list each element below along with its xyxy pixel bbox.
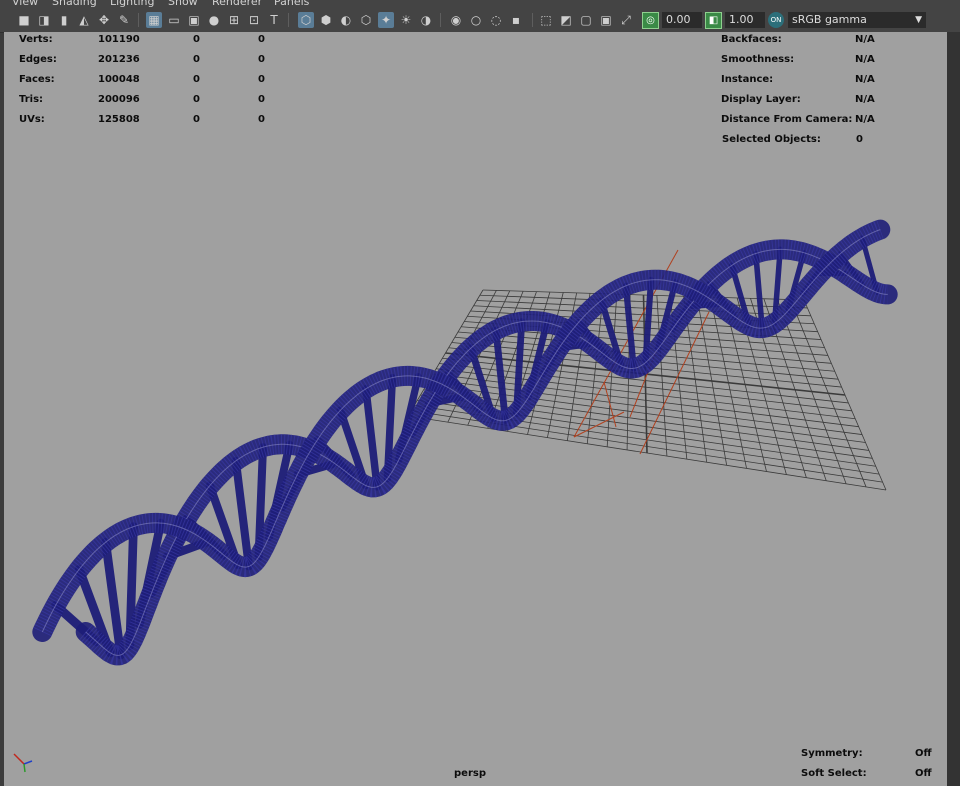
menu-panels[interactable]: Panels — [274, 0, 309, 8]
hud-tris-comp: 0 — [258, 94, 265, 105]
color-space-value: sRGB gamma — [792, 13, 867, 26]
gamma-field[interactable]: 1.00 — [725, 12, 765, 28]
wireframe-on-shaded-icon[interactable]: ◐ — [338, 12, 354, 28]
menu-lighting[interactable]: Lighting — [110, 0, 154, 8]
hud-tris-value: 200096 — [98, 94, 140, 105]
hud-backfaces-label: Backfaces: — [721, 34, 782, 45]
wireframe-icon[interactable]: ⬡ — [298, 12, 314, 28]
hud-uvs-value: 125808 — [98, 114, 140, 125]
color-management-icon[interactable]: ON — [768, 12, 784, 28]
use-all-lights-icon[interactable]: ✦ — [378, 12, 394, 28]
film-gate-2-icon[interactable]: ▣ — [598, 12, 614, 28]
hud-soft-select-value: Off — [915, 768, 932, 779]
light-icon[interactable]: ☀ — [398, 12, 414, 28]
hud-display-layer-label: Display Layer: — [721, 94, 801, 105]
xray-joints-icon[interactable]: ○ — [468, 12, 484, 28]
menu-view[interactable]: View — [12, 0, 38, 8]
field-chart-icon[interactable]: ⊞ — [226, 12, 242, 28]
safe-action-icon[interactable]: ⊡ — [246, 12, 262, 28]
hud-faces-value: 100048 — [98, 74, 140, 85]
film-gate-icon[interactable]: ▭ — [166, 12, 182, 28]
smooth-shade-icon[interactable]: ⬢ — [318, 12, 334, 28]
axis-gizmo-icon — [13, 753, 33, 773]
menu-show[interactable]: Show — [168, 0, 198, 8]
maya-viewport-window: View Shading Lighting Show Renderer Pane… — [0, 0, 960, 786]
hud-distance-label: Distance From Camera: — [721, 114, 853, 125]
hud-backfaces-value: N/A — [855, 34, 875, 45]
exposure-icon[interactable]: ◎ — [642, 12, 659, 29]
chevron-down-icon: ▼ — [915, 15, 922, 25]
camera-name-label: persp — [454, 768, 486, 779]
grease-pencil-icon[interactable]: ✎ — [116, 12, 132, 28]
hud-uvs-sel: 0 — [193, 114, 200, 125]
hud-faces-comp: 0 — [258, 74, 265, 85]
isolate-icon[interactable]: ⬚ — [538, 12, 554, 28]
hud-selected-objects-label: Selected Objects: — [722, 134, 821, 145]
xray-icon[interactable]: ◉ — [448, 12, 464, 28]
viewport-3d[interactable]: Verts: 101190 0 0 Edges: 201236 0 0 Face… — [4, 32, 947, 786]
camera-icon[interactable]: ■ — [16, 12, 32, 28]
hud-edges-label: Edges: — [19, 54, 57, 65]
resolution-gate-icon[interactable]: ▣ — [186, 12, 202, 28]
hud-tris-sel: 0 — [193, 94, 200, 105]
antialiasing-icon[interactable]: ▪ — [508, 12, 524, 28]
grid-icon[interactable]: ▦ — [146, 12, 162, 28]
textured-icon[interactable]: ⬡ — [358, 12, 374, 28]
ambient-occlusion-icon[interactable]: ◌ — [488, 12, 504, 28]
hud-verts-sel: 0 — [193, 34, 200, 45]
panel-toolbar: ■ ◨ ▮ ◭ ✥ ✎ ▦ ▭ ▣ ● ⊞ ⊡ T ⬡ ⬢ ◐ ⬡ ✦ ☀ ◑ … — [0, 9, 960, 33]
hud-soft-select-label: Soft Select: — [801, 768, 867, 779]
camera-attributes-icon[interactable]: ◨ — [36, 12, 52, 28]
hud-verts-label: Verts: — [19, 34, 53, 45]
hud-display-layer-value: N/A — [855, 94, 875, 105]
hud-uvs-label: UVs: — [19, 114, 45, 125]
hud-faces-label: Faces: — [19, 74, 55, 85]
xray-active-icon[interactable]: ◩ — [558, 12, 574, 28]
gate-mask-icon[interactable]: ● — [206, 12, 222, 28]
gamma-icon[interactable]: ◧ — [705, 12, 722, 29]
frame-selection-icon[interactable]: ⤢ — [618, 12, 634, 28]
hud-distance-value: N/A — [855, 114, 875, 125]
2d-pan-zoom-icon[interactable]: ✥ — [96, 12, 112, 28]
hud-edges-value: 201236 — [98, 54, 140, 65]
right-panel-edge — [947, 32, 960, 786]
hud-smoothness-label: Smoothness: — [721, 54, 795, 65]
shadows-icon[interactable]: ◑ — [418, 12, 434, 28]
image-plane-icon[interactable]: ◭ — [76, 12, 92, 28]
hud-verts-comp: 0 — [258, 34, 265, 45]
panel-menu-bar: View Shading Lighting Show Renderer Pane… — [0, 0, 960, 9]
menu-shading[interactable]: Shading — [52, 0, 97, 8]
hud-tris-label: Tris: — [19, 94, 44, 105]
resolution-gate-2-icon[interactable]: ▢ — [578, 12, 594, 28]
color-space-select[interactable]: sRGB gamma ▼ — [788, 12, 926, 28]
hud-instance-label: Instance: — [721, 74, 774, 85]
menu-renderer[interactable]: Renderer — [212, 0, 262, 8]
hud-smoothness-value: N/A — [855, 54, 875, 65]
hud-edges-sel: 0 — [193, 54, 200, 65]
hud-edges-comp: 0 — [258, 54, 265, 65]
hud-uvs-comp: 0 — [258, 114, 265, 125]
scene-canvas[interactable] — [4, 32, 947, 786]
hud-instance-value: N/A — [855, 74, 875, 85]
exposure-field[interactable]: 0.00 — [662, 12, 702, 28]
bookmark-icon[interactable]: ▮ — [56, 12, 72, 28]
hud-symmetry-value: Off — [915, 748, 932, 759]
hud-symmetry-label: Symmetry: — [801, 748, 863, 759]
safe-title-icon[interactable]: T — [266, 12, 282, 28]
hud-selected-objects-value: 0 — [856, 134, 863, 145]
hud-verts-value: 101190 — [98, 34, 140, 45]
hud-faces-sel: 0 — [193, 74, 200, 85]
